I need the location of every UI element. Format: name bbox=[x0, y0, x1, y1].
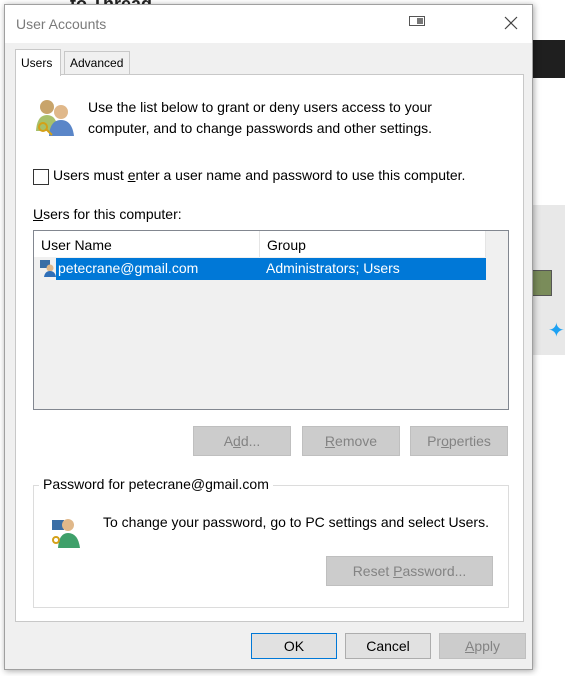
tab-advanced[interactable]: Advanced bbox=[64, 51, 130, 74]
user-accounts-dialog: User Accounts Users Advanced Use the lis… bbox=[4, 4, 533, 670]
user-row-icon bbox=[40, 260, 56, 277]
twitter-icon: ✦ bbox=[548, 320, 565, 342]
column-header-group[interactable]: Group bbox=[260, 231, 486, 257]
listview-header: User Name Group bbox=[34, 231, 486, 257]
users-group-icon bbox=[36, 100, 74, 136]
users-list-label: Users for this computer: bbox=[33, 206, 182, 222]
properties-button[interactable]: Properties bbox=[410, 426, 508, 456]
apply-button-post: pply bbox=[474, 638, 501, 654]
properties-button-accel: o bbox=[441, 433, 449, 449]
ok-button[interactable]: OK bbox=[251, 633, 337, 659]
film-icon bbox=[532, 270, 552, 296]
password-groupbox: Password for petecrane@gmail.com To chan… bbox=[33, 476, 509, 608]
checkbox-label-pre: Users must bbox=[53, 167, 128, 183]
cancel-button[interactable]: Cancel bbox=[345, 633, 431, 659]
restore-icon[interactable] bbox=[409, 15, 425, 27]
reset-button-accel: P bbox=[393, 563, 403, 579]
window-title: User Accounts bbox=[16, 16, 107, 32]
intro-text: Use the list below to grant or deny user… bbox=[88, 99, 432, 136]
apply-button[interactable]: Apply bbox=[439, 633, 526, 659]
add-button-post: d... bbox=[240, 433, 261, 449]
background-dark-bar bbox=[530, 40, 565, 78]
tab-users[interactable]: Users bbox=[15, 49, 61, 76]
row-user-name: petecrane@gmail.com bbox=[58, 260, 199, 276]
table-row[interactable]: petecrane@gmail.com Administrators; User… bbox=[37, 258, 486, 280]
title-bar: User Accounts bbox=[5, 5, 532, 43]
users-label-rest: sers for this computer: bbox=[43, 206, 182, 222]
users-tab-panel: Use the list below to grant or deny user… bbox=[15, 74, 524, 622]
column-header-user-name[interactable]: User Name bbox=[34, 231, 260, 257]
users-listview[interactable]: User Name Group petecrane@gmail.com Admi… bbox=[33, 230, 509, 410]
add-button-accel: d bbox=[233, 433, 241, 449]
row-group: Administrators; Users bbox=[266, 260, 400, 276]
reset-button-pre: Reset bbox=[352, 563, 394, 579]
properties-button-post: perties bbox=[448, 433, 491, 449]
add-button[interactable]: Add... bbox=[193, 426, 291, 456]
users-label-accel: U bbox=[33, 206, 44, 222]
password-group-title: Password for petecrane@gmail.com bbox=[39, 476, 273, 492]
reset-password-button[interactable]: Reset Password... bbox=[326, 556, 493, 586]
close-icon[interactable] bbox=[503, 15, 519, 31]
add-button-pre: A bbox=[223, 433, 234, 449]
properties-button-pre: Pr bbox=[427, 433, 442, 449]
reset-button-post: assword... bbox=[402, 563, 467, 579]
key-user-icon bbox=[52, 519, 80, 548]
checkbox-label-post: nter a user name and password to use thi… bbox=[135, 167, 466, 183]
apply-button-accel: A bbox=[464, 638, 475, 654]
require-password-label[interactable]: Users must enter a user name and passwor… bbox=[53, 167, 465, 183]
require-password-checkbox[interactable] bbox=[33, 169, 49, 185]
password-help-text: To change your password, go to PC settin… bbox=[103, 514, 489, 530]
remove-button[interactable]: Remove bbox=[302, 426, 400, 456]
remove-button-accel: R bbox=[324, 433, 336, 449]
remove-button-post: emove bbox=[335, 433, 378, 449]
